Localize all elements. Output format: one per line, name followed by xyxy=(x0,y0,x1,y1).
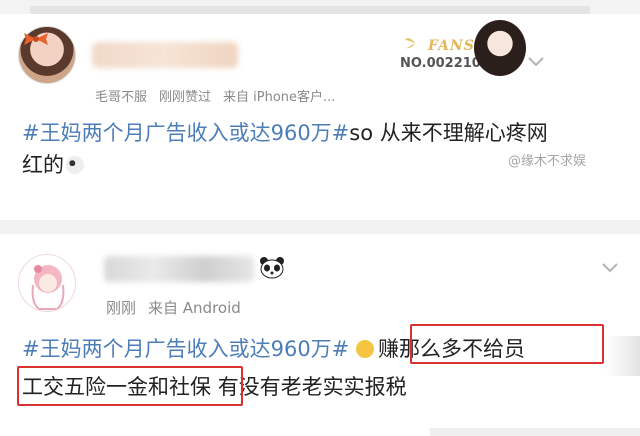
post-text: 有没有老老实实报税 xyxy=(217,375,407,399)
anime-girl-avatar-icon xyxy=(31,265,65,310)
previous-post-line xyxy=(30,6,590,14)
user-avatar-2[interactable] xyxy=(18,254,76,312)
post-time: 刚刚 xyxy=(106,299,137,317)
post-meta-1: 毛哥不服 刚刚赞过 来自 iPhone客户... xyxy=(95,86,347,105)
highlight-box-1 xyxy=(410,324,604,364)
post-source: 来自 iPhone客户... xyxy=(223,90,336,105)
post-divider xyxy=(0,220,640,234)
panda-emoji-icon xyxy=(260,257,284,279)
fans-label: FANS xyxy=(428,38,475,54)
username-blurred-1[interactable] xyxy=(92,42,238,68)
like-status: 刚刚赞过 xyxy=(159,90,212,105)
laugh-emoji-icon xyxy=(355,340,374,358)
face-emoji-icon xyxy=(66,156,84,174)
watermark: @缘木不求娱 xyxy=(508,154,587,169)
hair-bow-decoration xyxy=(24,33,48,45)
fans-badge-photo xyxy=(474,20,526,76)
post-text-cont: 红的 xyxy=(22,153,64,177)
chevron-down-icon[interactable] xyxy=(526,54,546,68)
wings-icon xyxy=(405,38,415,49)
hashtag-link[interactable]: #王妈两个月广告收入或达960万# xyxy=(22,121,349,145)
highlight-box-2 xyxy=(17,366,243,406)
post-source: 来自 Android xyxy=(148,299,241,317)
post-meta-2: 刚刚 来自 Android xyxy=(106,297,253,318)
previous-post-edge xyxy=(0,0,640,14)
next-post-edge xyxy=(430,428,640,436)
post-text-line-1: #王妈两个月广告收入或达960万#so 从来不理解心疼网 xyxy=(22,118,548,148)
liker-name[interactable]: 毛哥不服 xyxy=(95,90,147,105)
username-blurred-2[interactable] xyxy=(104,256,254,282)
chevron-down-icon[interactable] xyxy=(600,260,620,274)
hashtag-link[interactable]: #王妈两个月广告收入或达960万# xyxy=(22,337,349,361)
post-text-line-2: 红的 xyxy=(22,150,84,180)
edge-watermark xyxy=(606,336,640,376)
post-text: so 从来不理解心疼网 xyxy=(349,121,548,145)
